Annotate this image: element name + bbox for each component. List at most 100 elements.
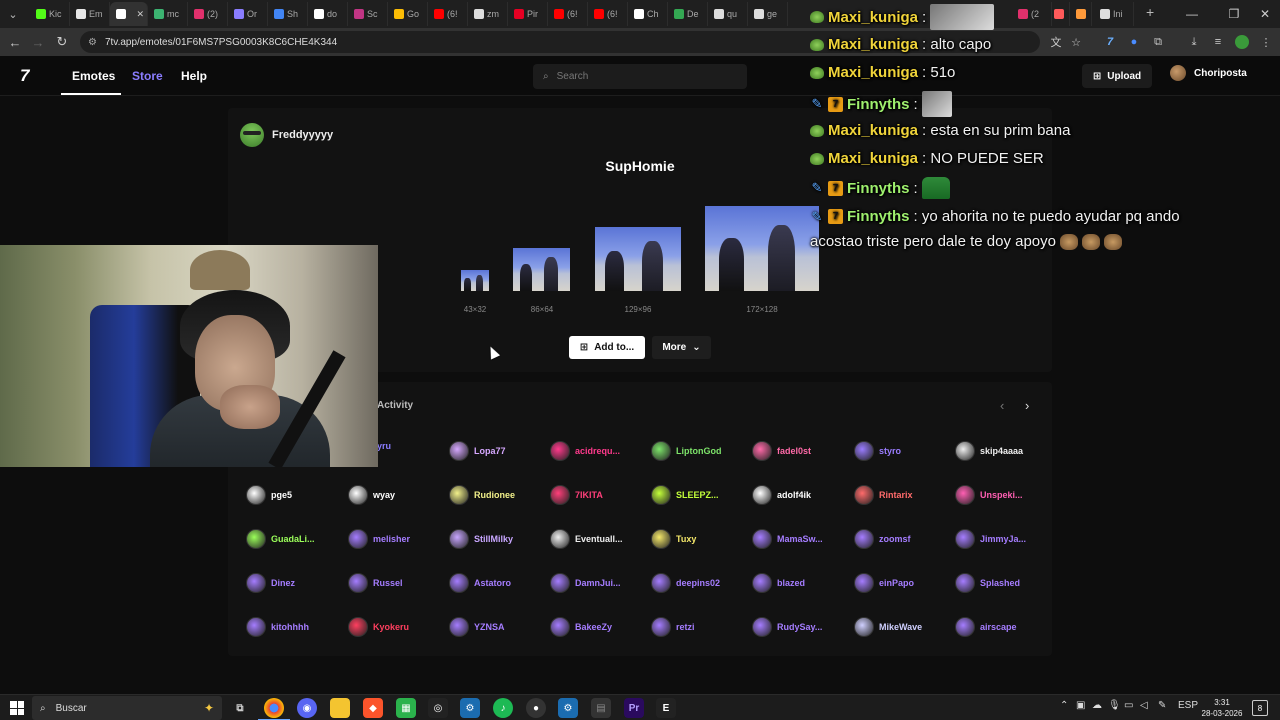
extensions-puzzle-icon[interactable]: ⧉ bbox=[1148, 32, 1168, 52]
user-menu[interactable]: Choriposta bbox=[1170, 65, 1247, 81]
activity-user[interactable]: MikeWave bbox=[854, 617, 922, 637]
notification-badge[interactable]: 8 bbox=[1252, 700, 1268, 716]
tab[interactable]: mc bbox=[148, 2, 188, 26]
nav-emotes[interactable]: Emotes bbox=[72, 69, 115, 83]
epic-games-icon[interactable]: E bbox=[656, 698, 676, 718]
tab[interactable]: (2) bbox=[188, 2, 228, 26]
activity-user[interactable]: Astatoro bbox=[449, 573, 511, 593]
activity-user[interactable]: deepins02 bbox=[651, 573, 720, 593]
activity-user[interactable]: melisher bbox=[348, 529, 410, 549]
tray-cloud-icon[interactable]: ☁ bbox=[1092, 700, 1102, 711]
tab[interactable]: ✕ bbox=[110, 2, 148, 26]
tab[interactable]: Or bbox=[228, 2, 268, 26]
activity-user[interactable]: GuadaLi... bbox=[246, 529, 315, 549]
tab[interactable]: De bbox=[668, 2, 708, 26]
tab[interactable]: Go bbox=[388, 2, 428, 26]
tab[interactable]: ge bbox=[748, 2, 788, 26]
activity-user[interactable]: retzi bbox=[651, 617, 695, 637]
more-button[interactable]: More ⌄ bbox=[652, 336, 711, 359]
activity-user[interactable]: blazed bbox=[752, 573, 805, 593]
obs-icon[interactable]: ● bbox=[526, 698, 546, 718]
forward-button[interactable]: → bbox=[26, 30, 50, 54]
7tv-extension-icon[interactable]: 7 bbox=[1100, 32, 1120, 52]
activity-user[interactable]: Tuxy bbox=[651, 529, 696, 549]
spotify-icon[interactable]: ♪ bbox=[493, 698, 513, 718]
profile-avatar[interactable] bbox=[1232, 32, 1252, 52]
activity-user[interactable]: SLEEPZ... bbox=[651, 485, 719, 505]
tray-pen-icon[interactable]: ✎ bbox=[1158, 700, 1166, 711]
tab[interactable]: (6! bbox=[548, 2, 588, 26]
reload-button[interactable]: ↻ bbox=[50, 30, 74, 54]
back-button[interactable]: ← bbox=[3, 30, 27, 54]
activity-user[interactable]: BakeeZy bbox=[550, 617, 612, 637]
tray-app-icon[interactable]: ▣ bbox=[1076, 700, 1085, 711]
tab[interactable]: (6! bbox=[428, 2, 468, 26]
close-tab-icon[interactable]: ✕ bbox=[136, 9, 144, 20]
chrome-icon[interactable] bbox=[258, 698, 290, 720]
task-view-icon[interactable]: ⧉ bbox=[230, 698, 250, 718]
7tv-logo[interactable]: 7 bbox=[20, 66, 30, 86]
activity-user[interactable]: Kyokeru bbox=[348, 617, 409, 637]
new-tab-button[interactable]: + bbox=[1146, 4, 1154, 20]
extension-shield-icon[interactable]: ● bbox=[1124, 32, 1144, 52]
activity-user[interactable]: DamnJui... bbox=[550, 573, 621, 593]
activity-user[interactable]: pge5 bbox=[246, 485, 292, 505]
activity-user[interactable]: Russel bbox=[348, 573, 403, 593]
translate-icon[interactable]: 文 bbox=[1046, 32, 1066, 52]
windows-start-icon[interactable] bbox=[10, 701, 24, 715]
activity-user[interactable]: Splashed bbox=[955, 573, 1020, 593]
activity-user[interactable]: acidrequ... bbox=[550, 441, 620, 461]
activity-user[interactable]: LiptonGod bbox=[651, 441, 721, 461]
activity-user[interactable]: MamaSw... bbox=[752, 529, 823, 549]
activity-user[interactable]: zoomsf bbox=[854, 529, 911, 549]
tab[interactable]: zm bbox=[468, 2, 508, 26]
tray-display-icon[interactable]: ▭ bbox=[1124, 700, 1133, 711]
activity-user[interactable]: kitohhhh bbox=[246, 617, 309, 637]
activity-user[interactable]: YZNSA bbox=[449, 617, 505, 637]
nav-store[interactable]: Store bbox=[132, 69, 163, 83]
tab[interactable]: Em bbox=[70, 2, 110, 26]
tab[interactable]: do bbox=[308, 2, 348, 26]
premiere-icon[interactable]: Pr bbox=[624, 698, 644, 718]
site-info-icon[interactable]: ⚙ bbox=[88, 37, 97, 48]
upload-button[interactable]: ⊞ Upload bbox=[1082, 64, 1152, 88]
steam-icon[interactable]: ⚙ bbox=[460, 698, 480, 718]
activity-user[interactable]: yru bbox=[377, 441, 391, 451]
minimize-button[interactable]: — bbox=[1172, 0, 1212, 28]
activity-user[interactable]: adolf4ik bbox=[752, 485, 811, 505]
activity-user[interactable]: einPapo bbox=[854, 573, 914, 593]
prev-page-button[interactable]: ‹ bbox=[1000, 398, 1004, 413]
activity-user[interactable]: Rudionee bbox=[449, 485, 515, 505]
activity-user[interactable]: Lopa77 bbox=[449, 441, 506, 461]
file-explorer-icon[interactable] bbox=[330, 698, 350, 718]
tray-language[interactable]: ESP bbox=[1178, 700, 1198, 711]
download-icon[interactable]: ⤓ bbox=[1184, 32, 1204, 52]
taskbar-clock[interactable]: 3:31 28-03-2026 bbox=[1198, 697, 1246, 719]
activity-user[interactable]: JimmyJa... bbox=[955, 529, 1026, 549]
tab[interactable]: (6! bbox=[588, 2, 628, 26]
activity-user[interactable]: StillMilky bbox=[449, 529, 513, 549]
reading-list-icon[interactable]: ≡ bbox=[1208, 32, 1228, 52]
tray-volume-icon[interactable]: ◁ bbox=[1140, 700, 1148, 711]
tab[interactable]: Ini bbox=[1094, 2, 1134, 26]
discord-icon[interactable]: ◉ bbox=[297, 698, 317, 718]
search-input[interactable]: ⌕ Search bbox=[533, 64, 747, 89]
tab[interactable] bbox=[1048, 2, 1070, 26]
tab[interactable]: Ch bbox=[628, 2, 668, 26]
store-icon[interactable]: ▦ bbox=[396, 698, 416, 718]
activity-user[interactable]: RudySay... bbox=[752, 617, 822, 637]
activity-user[interactable]: wyay bbox=[348, 485, 395, 505]
activity-user[interactable]: 7IKITA bbox=[550, 485, 603, 505]
activity-user[interactable]: airscape bbox=[955, 617, 1017, 637]
browser-menu-icon[interactable]: ⋮ bbox=[1256, 32, 1276, 52]
tray-mic-icon[interactable]: 🎙 bbox=[1108, 700, 1121, 711]
bookmark-star-icon[interactable]: ☆ bbox=[1066, 32, 1086, 52]
activity-user[interactable]: skip4aaaa bbox=[955, 441, 1023, 461]
activity-user[interactable]: styro bbox=[854, 441, 901, 461]
next-page-button[interactable]: › bbox=[1025, 398, 1029, 413]
app-icon[interactable]: ◎ bbox=[428, 698, 448, 718]
uploader[interactable]: Freddyyyyy bbox=[240, 123, 333, 147]
tab[interactable]: qu bbox=[708, 2, 748, 26]
app-icon[interactable]: ▤ bbox=[591, 698, 611, 718]
steam-icon[interactable]: ⚙ bbox=[558, 698, 578, 718]
